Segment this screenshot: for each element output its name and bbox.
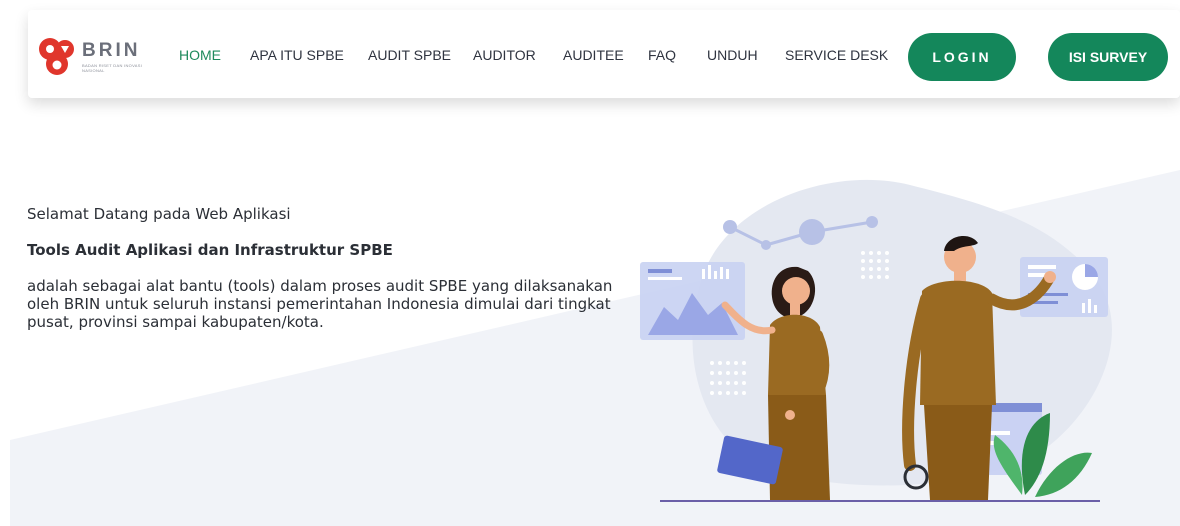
isi-survey-button[interactable]: ISI SURVEY xyxy=(1048,33,1168,81)
pie-chart-panel-icon xyxy=(1020,257,1108,317)
login-button[interactable]: LOGIN xyxy=(908,33,1016,81)
chart-panel-icon xyxy=(640,262,745,340)
hero-welcome: Selamat Datang pada Web Aplikasi xyxy=(27,205,291,223)
nav-service-desk[interactable]: SERVICE DESK xyxy=(785,47,888,63)
nav-faq[interactable]: FAQ xyxy=(648,47,676,63)
hero-description: adalah sebagai alat bantu (tools) dalam … xyxy=(27,277,613,331)
hero-section: Selamat Datang pada Web Aplikasi Tools A… xyxy=(27,205,627,331)
nav-auditee[interactable]: AUDITEE xyxy=(563,47,624,63)
nav-apa-itu-spbe[interactable]: APA ITU SPBE xyxy=(250,47,344,63)
nav-audit-spbe[interactable]: AUDIT SPBE xyxy=(368,47,451,63)
nav-unduh[interactable]: UNDUH xyxy=(707,47,758,63)
auditors-illustration xyxy=(640,179,1112,502)
nav-auditor[interactable]: AUDITOR xyxy=(473,47,536,63)
hero-title: Tools Audit Aplikasi dan Infrastruktur S… xyxy=(27,241,393,259)
nav-home[interactable]: HOME xyxy=(179,47,221,63)
navbar: BRIN BADAN RISET DAN INOVASI NASIONAL HO… xyxy=(28,10,1180,98)
